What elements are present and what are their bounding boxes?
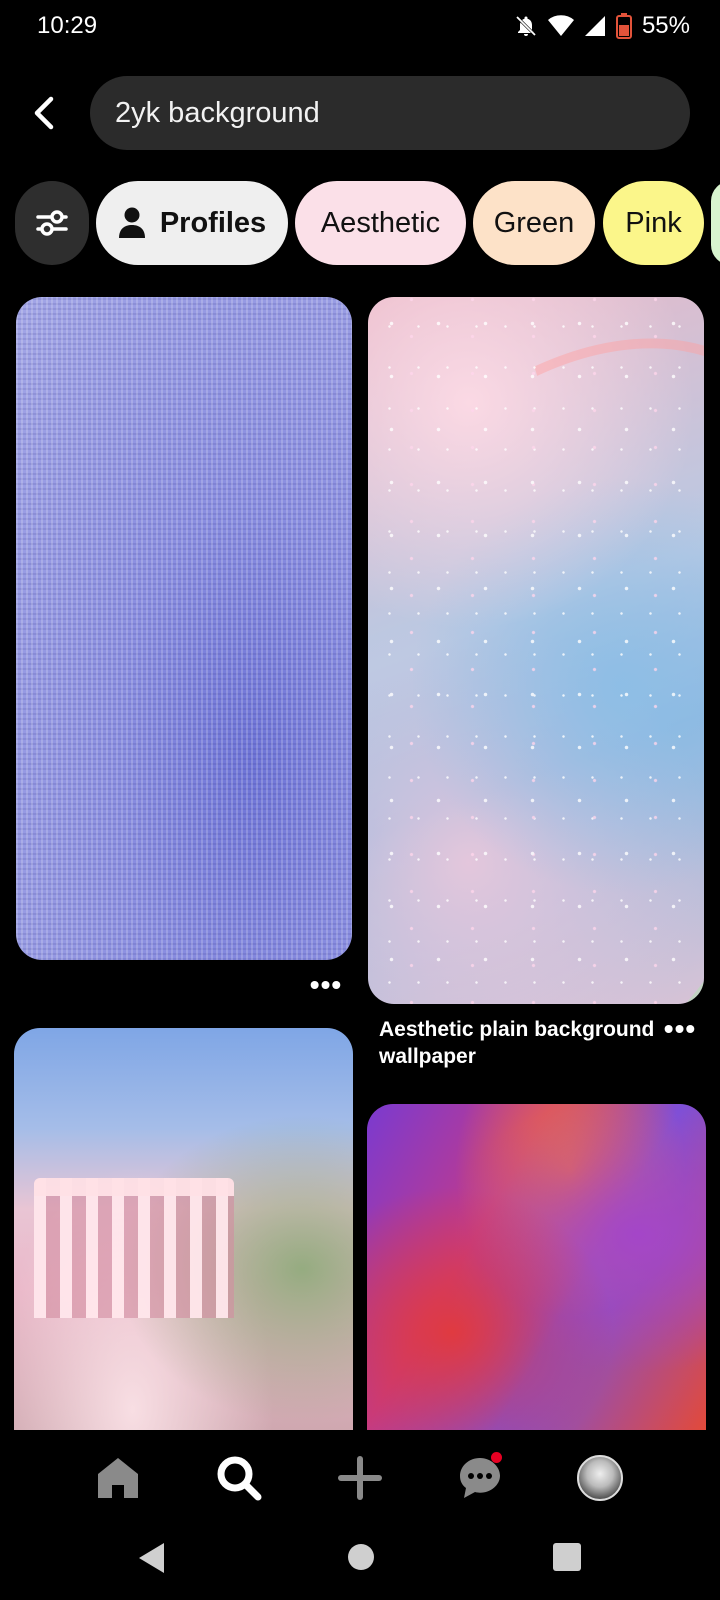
chip-label: Green [493, 206, 575, 239]
home-circle-icon [348, 1544, 374, 1570]
battery-icon [615, 13, 632, 39]
pin-image-blue-texture[interactable] [16, 297, 352, 960]
chip-label: Profiles [159, 206, 267, 239]
nav-search[interactable] [209, 1448, 269, 1508]
person-icon [118, 207, 145, 238]
pin-title[interactable]: Aesthetic plain background wallpaper [379, 1016, 659, 1070]
status-bar: 10:29 55% [0, 0, 720, 56]
chip-label: Pink [625, 206, 682, 239]
filter-settings-button[interactable] [15, 181, 89, 265]
signal-icon [584, 15, 606, 37]
search-query: 2yk background [115, 96, 320, 129]
nav-create[interactable] [330, 1448, 390, 1508]
chip-aesthetic[interactable]: Aesthetic [295, 181, 466, 265]
nav-messages[interactable] [450, 1448, 510, 1508]
back-triangle-icon [139, 1543, 164, 1573]
recents-square-icon [553, 1543, 581, 1571]
notification-dot [491, 1452, 502, 1463]
create-icon [338, 1456, 382, 1500]
chip-green[interactable]: Green [473, 181, 595, 265]
pin-image-pink-gazebo[interactable] [14, 1028, 353, 1430]
pin-image-rainbow-glitter[interactable] [368, 297, 704, 1004]
system-recents-button[interactable] [552, 1542, 582, 1577]
search-input[interactable]: 2yk background [90, 76, 690, 150]
bottom-nav [0, 1430, 720, 1520]
chip-label: Aesthetic [320, 206, 441, 239]
nav-profile[interactable] [570, 1448, 630, 1508]
status-time: 10:29 [37, 12, 98, 39]
home-icon [98, 1458, 138, 1498]
chevron-left-icon [34, 96, 54, 130]
filter-chips: Profiles Aesthetic Green Pink [0, 181, 720, 265]
avatar [577, 1455, 623, 1501]
chip-profiles[interactable]: Profiles [96, 181, 288, 265]
battery-percent: 55% [641, 12, 690, 39]
sliders-icon [36, 210, 68, 236]
system-back-button[interactable] [136, 1540, 166, 1581]
system-nav [0, 1520, 720, 1600]
search-icon [217, 1456, 262, 1501]
pin-more-button[interactable]: ••• [660, 1013, 700, 1044]
status-icons: 55% [514, 12, 690, 40]
nav-home[interactable] [88, 1448, 148, 1508]
chip-partial[interactable] [711, 181, 720, 265]
notifications-off-icon [514, 14, 538, 38]
system-home-button[interactable] [346, 1542, 376, 1577]
back-button[interactable] [22, 88, 66, 138]
chip-pink[interactable]: Pink [603, 181, 704, 265]
pin-more-button[interactable]: ••• [306, 969, 346, 1000]
pin-image-gradient-swirl[interactable] [367, 1104, 706, 1430]
wifi-icon [547, 15, 574, 37]
